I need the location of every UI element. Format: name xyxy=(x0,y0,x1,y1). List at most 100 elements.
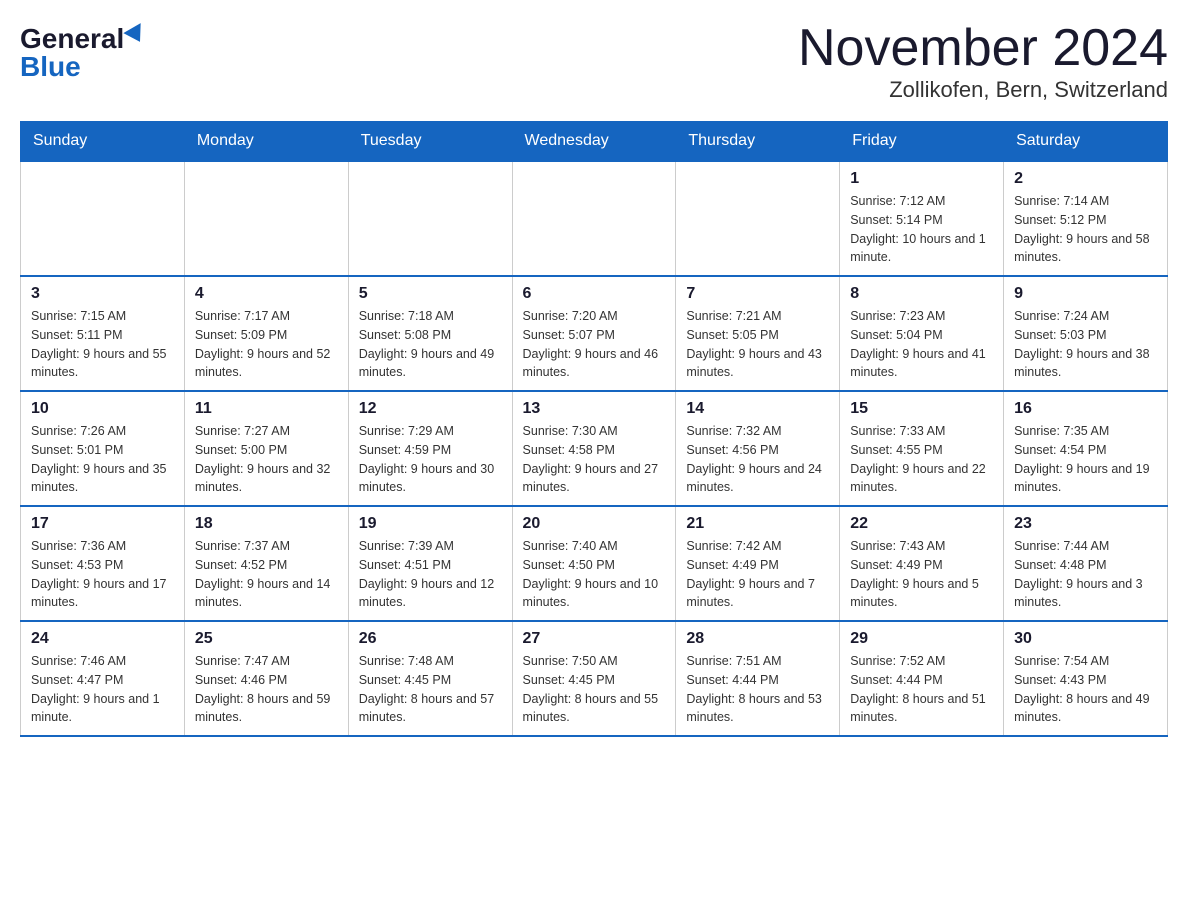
day-info: Sunrise: 7:24 AM Sunset: 5:03 PM Dayligh… xyxy=(1014,307,1157,382)
day-number: 28 xyxy=(686,630,829,648)
calendar-cell: 21 Sunrise: 7:42 AM Sunset: 4:49 PM Dayli… xyxy=(676,506,840,621)
day-info: Sunrise: 7:42 AM Sunset: 4:49 PM Dayligh… xyxy=(686,537,829,612)
logo-general-text: General xyxy=(20,25,124,53)
day-info: Sunrise: 7:12 AM Sunset: 5:14 PM Dayligh… xyxy=(850,192,993,267)
calendar-cell: 9 Sunrise: 7:24 AM Sunset: 5:03 PM Daylig… xyxy=(1004,276,1168,391)
day-number: 17 xyxy=(31,515,174,533)
day-info: Sunrise: 7:15 AM Sunset: 5:11 PM Dayligh… xyxy=(31,307,174,382)
day-number: 19 xyxy=(359,515,502,533)
calendar-cell: 5Sunrise: 7:18 AM Sunset: 5:08 PM Daylig… xyxy=(348,276,512,391)
calendar-cell: 22 Sunrise: 7:43 AM Sunset: 4:49 PM Dayli… xyxy=(840,506,1004,621)
calendar-cell: 13 Sunrise: 7:30 AM Sunset: 4:58 PM Dayli… xyxy=(512,391,676,506)
day-number: 11 xyxy=(195,400,338,418)
calendar-cell: 24Sunrise: 7:46 AM Sunset: 4:47 PM Dayli… xyxy=(21,621,185,736)
calendar-cell: 26 Sunrise: 7:48 AM Sunset: 4:45 PM Dayli… xyxy=(348,621,512,736)
day-header-sunday: Sunday xyxy=(21,122,185,162)
day-info: Sunrise: 7:54 AM Sunset: 4:43 PM Dayligh… xyxy=(1014,652,1157,727)
day-number: 6 xyxy=(523,285,666,303)
day-number: 14 xyxy=(686,400,829,418)
day-number: 13 xyxy=(523,400,666,418)
day-info: Sunrise: 7:35 AM Sunset: 4:54 PM Dayligh… xyxy=(1014,422,1157,497)
logo-triangle-icon xyxy=(124,23,149,47)
calendar-cell xyxy=(184,161,348,276)
day-info: Sunrise: 7:26 AM Sunset: 5:01 PM Dayligh… xyxy=(31,422,174,497)
day-number: 25 xyxy=(195,630,338,648)
day-info: Sunrise: 7:37 AM Sunset: 4:52 PM Dayligh… xyxy=(195,537,338,612)
calendar-cell xyxy=(676,161,840,276)
calendar-title: November 2024 xyxy=(798,20,1168,77)
day-number: 7 xyxy=(686,285,829,303)
day-header-monday: Monday xyxy=(184,122,348,162)
day-number: 29 xyxy=(850,630,993,648)
day-number: 30 xyxy=(1014,630,1157,648)
day-info: Sunrise: 7:39 AM Sunset: 4:51 PM Dayligh… xyxy=(359,537,502,612)
calendar-cell: 3Sunrise: 7:15 AM Sunset: 5:11 PM Daylig… xyxy=(21,276,185,391)
day-number: 22 xyxy=(850,515,993,533)
calendar-cell: 2Sunrise: 7:14 AM Sunset: 5:12 PM Daylig… xyxy=(1004,161,1168,276)
day-number: 8 xyxy=(850,285,993,303)
day-number: 1 xyxy=(850,170,993,188)
day-info: Sunrise: 7:44 AM Sunset: 4:48 PM Dayligh… xyxy=(1014,537,1157,612)
day-header-wednesday: Wednesday xyxy=(512,122,676,162)
calendar-cell xyxy=(21,161,185,276)
day-number: 4 xyxy=(195,285,338,303)
calendar-cell: 18 Sunrise: 7:37 AM Sunset: 4:52 PM Dayli… xyxy=(184,506,348,621)
day-info: Sunrise: 7:48 AM Sunset: 4:45 PM Dayligh… xyxy=(359,652,502,727)
day-info: Sunrise: 7:21 AM Sunset: 5:05 PM Dayligh… xyxy=(686,307,829,382)
calendar-cell: 27Sunrise: 7:50 AM Sunset: 4:45 PM Dayli… xyxy=(512,621,676,736)
day-header-saturday: Saturday xyxy=(1004,122,1168,162)
calendar-week-5: 24Sunrise: 7:46 AM Sunset: 4:47 PM Dayli… xyxy=(21,621,1168,736)
calendar-cell: 10 Sunrise: 7:26 AM Sunset: 5:01 PM Dayli… xyxy=(21,391,185,506)
calendar-cell: 15Sunrise: 7:33 AM Sunset: 4:55 PM Dayli… xyxy=(840,391,1004,506)
day-number: 20 xyxy=(523,515,666,533)
calendar-week-3: 10 Sunrise: 7:26 AM Sunset: 5:01 PM Dayli… xyxy=(21,391,1168,506)
calendar-week-1: 1 Sunrise: 7:12 AM Sunset: 5:14 PM Daylig… xyxy=(21,161,1168,276)
page-header: General Blue November 2024 Zollikofen, B… xyxy=(20,20,1168,103)
calendar-cell: 6Sunrise: 7:20 AM Sunset: 5:07 PM Daylig… xyxy=(512,276,676,391)
day-header-thursday: Thursday xyxy=(676,122,840,162)
day-info: Sunrise: 7:40 AM Sunset: 4:50 PM Dayligh… xyxy=(523,537,666,612)
day-info: Sunrise: 7:36 AM Sunset: 4:53 PM Dayligh… xyxy=(31,537,174,612)
day-number: 5 xyxy=(359,285,502,303)
calendar-cell: 28 Sunrise: 7:51 AM Sunset: 4:44 PM Dayli… xyxy=(676,621,840,736)
calendar-cell: 14 Sunrise: 7:32 AM Sunset: 4:56 PM Dayli… xyxy=(676,391,840,506)
day-info: Sunrise: 7:43 AM Sunset: 4:49 PM Dayligh… xyxy=(850,537,993,612)
calendar-location: Zollikofen, Bern, Switzerland xyxy=(798,77,1168,103)
logo-blue-text: Blue xyxy=(20,53,81,81)
day-info: Sunrise: 7:32 AM Sunset: 4:56 PM Dayligh… xyxy=(686,422,829,497)
logo: General Blue xyxy=(20,20,146,81)
calendar-cell: 12Sunrise: 7:29 AM Sunset: 4:59 PM Dayli… xyxy=(348,391,512,506)
day-number: 16 xyxy=(1014,400,1157,418)
calendar-week-2: 3Sunrise: 7:15 AM Sunset: 5:11 PM Daylig… xyxy=(21,276,1168,391)
day-number: 27 xyxy=(523,630,666,648)
day-header-friday: Friday xyxy=(840,122,1004,162)
calendar-cell: 1 Sunrise: 7:12 AM Sunset: 5:14 PM Daylig… xyxy=(840,161,1004,276)
day-info: Sunrise: 7:33 AM Sunset: 4:55 PM Dayligh… xyxy=(850,422,993,497)
day-number: 21 xyxy=(686,515,829,533)
day-info: Sunrise: 7:46 AM Sunset: 4:47 PM Dayligh… xyxy=(31,652,174,727)
day-number: 26 xyxy=(359,630,502,648)
calendar-cell: 16 Sunrise: 7:35 AM Sunset: 4:54 PM Dayli… xyxy=(1004,391,1168,506)
day-info: Sunrise: 7:17 AM Sunset: 5:09 PM Dayligh… xyxy=(195,307,338,382)
calendar-cell: 30 Sunrise: 7:54 AM Sunset: 4:43 PM Dayli… xyxy=(1004,621,1168,736)
day-info: Sunrise: 7:27 AM Sunset: 5:00 PM Dayligh… xyxy=(195,422,338,497)
day-info: Sunrise: 7:30 AM Sunset: 4:58 PM Dayligh… xyxy=(523,422,666,497)
calendar-week-4: 17 Sunrise: 7:36 AM Sunset: 4:53 PM Dayli… xyxy=(21,506,1168,621)
day-info: Sunrise: 7:47 AM Sunset: 4:46 PM Dayligh… xyxy=(195,652,338,727)
calendar-cell: 8Sunrise: 7:23 AM Sunset: 5:04 PM Daylig… xyxy=(840,276,1004,391)
calendar-cell: 25 Sunrise: 7:47 AM Sunset: 4:46 PM Dayli… xyxy=(184,621,348,736)
day-number: 23 xyxy=(1014,515,1157,533)
day-info: Sunrise: 7:29 AM Sunset: 4:59 PM Dayligh… xyxy=(359,422,502,497)
day-number: 18 xyxy=(195,515,338,533)
calendar-cell: 17 Sunrise: 7:36 AM Sunset: 4:53 PM Dayli… xyxy=(21,506,185,621)
calendar-cell: 29Sunrise: 7:52 AM Sunset: 4:44 PM Dayli… xyxy=(840,621,1004,736)
day-info: Sunrise: 7:14 AM Sunset: 5:12 PM Dayligh… xyxy=(1014,192,1157,267)
day-number: 9 xyxy=(1014,285,1157,303)
day-number: 10 xyxy=(31,400,174,418)
calendar-header-row: SundayMondayTuesdayWednesdayThursdayFrid… xyxy=(21,122,1168,162)
calendar-cell: 4 Sunrise: 7:17 AM Sunset: 5:09 PM Daylig… xyxy=(184,276,348,391)
calendar-cell xyxy=(348,161,512,276)
calendar-cell: 7 Sunrise: 7:21 AM Sunset: 5:05 PM Daylig… xyxy=(676,276,840,391)
day-info: Sunrise: 7:51 AM Sunset: 4:44 PM Dayligh… xyxy=(686,652,829,727)
calendar-cell: 11 Sunrise: 7:27 AM Sunset: 5:00 PM Dayli… xyxy=(184,391,348,506)
